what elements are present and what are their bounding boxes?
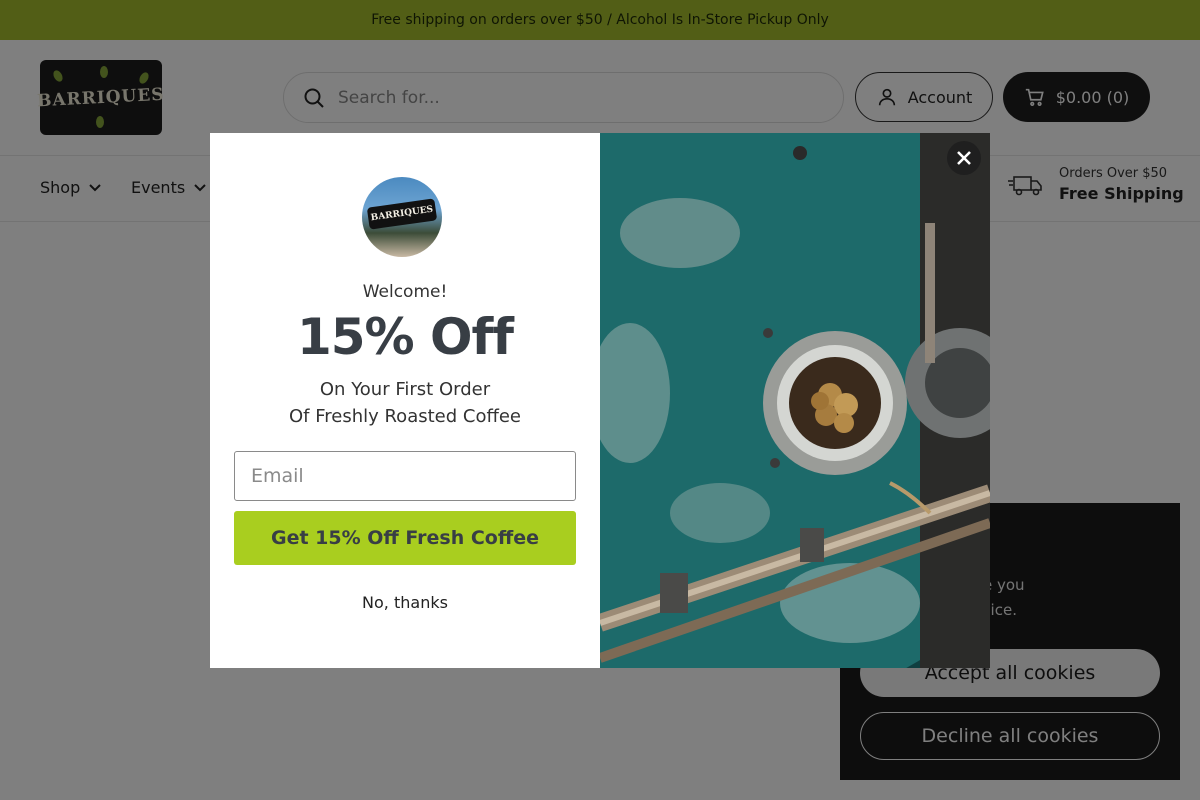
close-popup-button[interactable] (947, 141, 981, 175)
popup-subtitle-line2: Of Freshly Roasted Coffee (288, 406, 522, 427)
popup-content: BARRIQUES Welcome! 15% Off On Your First… (210, 133, 600, 668)
close-icon (957, 151, 971, 165)
get-discount-button[interactable]: Get 15% Off Fresh Coffee (234, 511, 576, 565)
popup-hero-image (600, 133, 990, 668)
email-field[interactable] (234, 451, 576, 501)
coffee-roaster-illustration (600, 133, 990, 668)
popup-offer: 15% Off (296, 308, 514, 366)
discount-popup: BARRIQUES Welcome! 15% Off On Your First… (210, 133, 990, 668)
popup-welcome: Welcome! (362, 282, 448, 302)
no-thanks-link[interactable]: No, thanks (210, 593, 600, 612)
store-sign-text: BARRIQUES (370, 204, 434, 224)
popup-subtitle-line1: On Your First Order (319, 379, 491, 400)
popup-store-image: BARRIQUES (362, 177, 442, 257)
store-sign: BARRIQUES (366, 198, 438, 230)
